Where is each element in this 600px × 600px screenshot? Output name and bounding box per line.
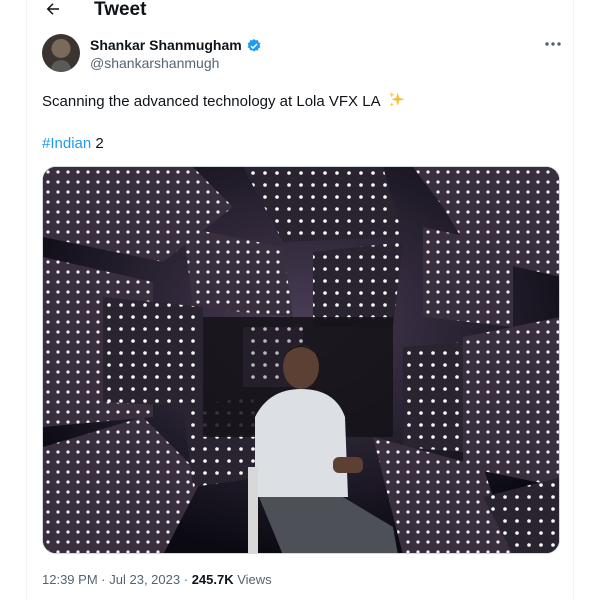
hashtag-suffix: 2: [91, 135, 104, 152]
page-title: Tweet: [94, 0, 147, 20]
more-button[interactable]: [544, 36, 562, 52]
tweet-meta: 12:39 PM · Jul 23, 2023 · 245.7K Views: [42, 571, 272, 588]
meta-separator-2: ·: [183, 572, 189, 587]
author-name[interactable]: Shankar Shanmugham: [90, 37, 242, 54]
photo-image: [43, 167, 559, 553]
sparkles-icon: [388, 91, 405, 107]
tweet-text: Scanning the advanced technology at Lola…: [42, 91, 406, 112]
views-label: Views: [237, 572, 272, 587]
tweet-body: Scanning the advanced technology at Lola…: [42, 93, 380, 110]
arrow-left-icon: [46, 3, 59, 15]
views-count: 245.7K: [191, 572, 234, 587]
more-horizontal-icon: [545, 42, 561, 46]
avatar[interactable]: [42, 34, 80, 72]
meta-separator: ·: [101, 572, 106, 587]
tweet-time[interactable]: 12:39 PM: [42, 572, 98, 587]
tweet-hashtags: #Indian 2: [42, 134, 104, 154]
author-name-row: Shankar Shanmugham: [90, 37, 262, 54]
back-button[interactable]: [42, 0, 64, 22]
verified-badge-icon: [247, 38, 261, 52]
hashtag-link[interactable]: #Indian: [42, 135, 91, 152]
tweet-date[interactable]: Jul 23, 2023: [109, 572, 180, 587]
page-header: Tweet: [0, 0, 600, 22]
author-handle[interactable]: @shankarshanmugh: [90, 55, 219, 72]
tweet-photo[interactable]: [42, 166, 560, 554]
